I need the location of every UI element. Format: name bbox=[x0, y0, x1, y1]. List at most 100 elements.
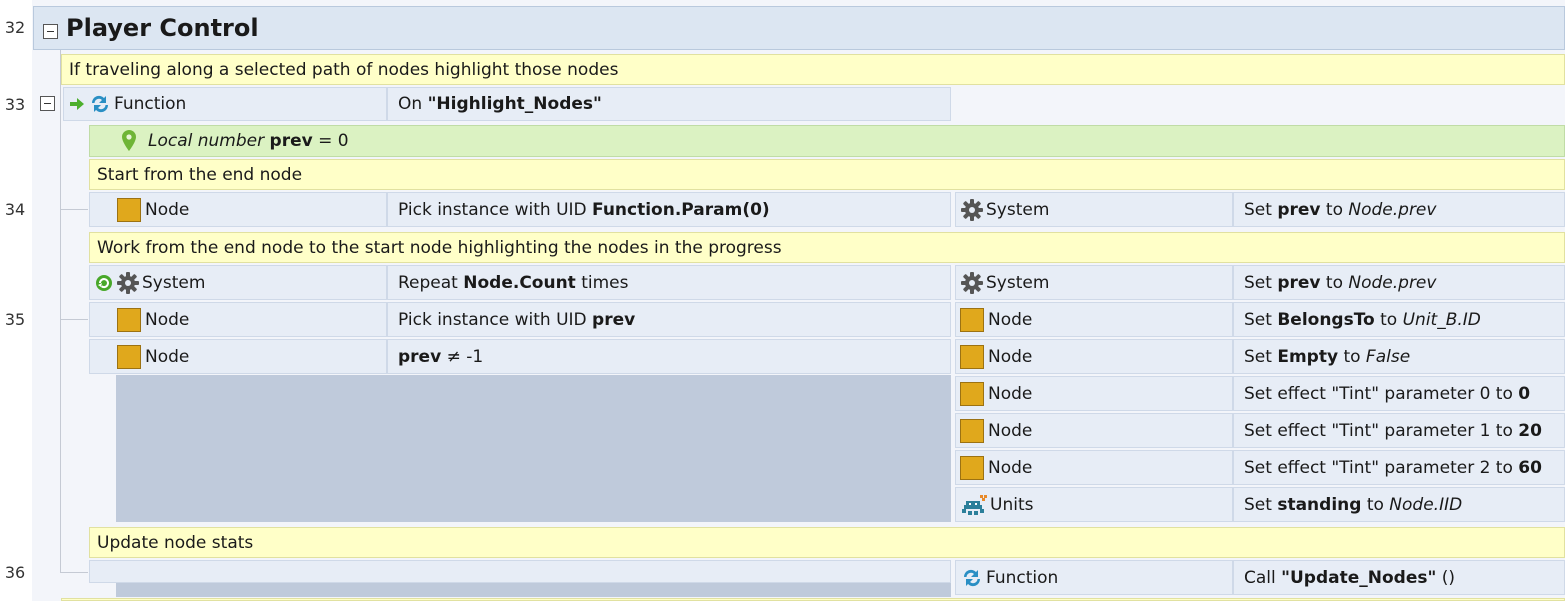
action-object[interactable]: Function bbox=[955, 560, 1233, 595]
object-name: System bbox=[986, 272, 1050, 293]
loop-icon bbox=[96, 274, 112, 291]
units-sprite-icon bbox=[962, 494, 987, 515]
action-text: to bbox=[1374, 309, 1403, 330]
condition-text: Pick instance with UID bbox=[398, 199, 593, 220]
object-name: Node bbox=[145, 309, 190, 330]
node-object-icon bbox=[960, 381, 984, 406]
condition-text: ≠ -1 bbox=[441, 346, 484, 367]
line-gutter bbox=[0, 0, 32, 601]
action-value: Node.IID bbox=[1389, 494, 1463, 515]
trigger-condition[interactable]: On "Highlight_Nodes" bbox=[387, 87, 951, 121]
variable-keyword: Local number bbox=[148, 131, 265, 151]
object-name: Function bbox=[986, 567, 1059, 588]
system-gear-icon bbox=[117, 271, 139, 294]
action-text: Set effect "Tint" parameter 2 to bbox=[1244, 457, 1519, 478]
action-object[interactable]: System bbox=[955, 192, 1233, 227]
condition[interactable]: prev ≠ -1 bbox=[387, 339, 951, 374]
function-name: "Highlight_Nodes" bbox=[427, 94, 602, 114]
node-object-icon bbox=[960, 344, 984, 369]
action[interactable]: Set standing to Node.IID bbox=[1233, 487, 1565, 522]
action-value: Unit_B.ID bbox=[1402, 309, 1481, 330]
node-object-icon bbox=[117, 307, 141, 332]
line-number: 34 bbox=[4, 200, 26, 219]
action[interactable]: Set prev to Node.prev bbox=[1233, 265, 1565, 300]
action-param: BelongsTo bbox=[1277, 309, 1375, 330]
action-text: to bbox=[1320, 272, 1349, 293]
group-header[interactable] bbox=[33, 6, 1565, 50]
local-variable[interactable]: Local number prev = 0 bbox=[89, 125, 1565, 157]
action-param: 20 bbox=[1518, 420, 1542, 441]
action-object[interactable]: Units bbox=[955, 487, 1233, 522]
object-name: Function bbox=[114, 94, 187, 114]
condition-param: Function.Param(0) bbox=[592, 199, 770, 220]
action-object[interactable]: Node bbox=[955, 413, 1233, 448]
action-text: Set bbox=[1244, 346, 1278, 367]
action-param: prev bbox=[1277, 199, 1321, 220]
condition[interactable]: Repeat Node.Count times bbox=[387, 265, 951, 300]
object-name: Node bbox=[988, 457, 1033, 478]
object-name: System bbox=[986, 199, 1050, 220]
node-object-icon bbox=[960, 455, 984, 480]
action-text: Set bbox=[1244, 199, 1278, 220]
object-name: Node bbox=[988, 383, 1033, 404]
action-text: Set effect "Tint" parameter 1 to bbox=[1244, 420, 1519, 441]
tree-line bbox=[60, 319, 88, 320]
action-param: 0 bbox=[1518, 383, 1531, 404]
action-param: Empty bbox=[1277, 346, 1339, 367]
object-name: Node bbox=[988, 309, 1033, 330]
object-name: System bbox=[142, 272, 206, 293]
action-object[interactable]: Node bbox=[955, 376, 1233, 411]
group-title: Player Control bbox=[66, 14, 259, 42]
trigger-object[interactable]: Function bbox=[63, 87, 387, 121]
comment[interactable]: If traveling along a selected path of no… bbox=[61, 54, 1565, 85]
action-text: Set bbox=[1244, 309, 1278, 330]
condition-text: times bbox=[575, 272, 629, 293]
condition[interactable]: Pick instance with UID prev bbox=[387, 302, 951, 337]
collapse-toggle[interactable] bbox=[43, 24, 58, 39]
condition-object[interactable]: Node bbox=[89, 302, 387, 337]
action[interactable]: Set effect "Tint" parameter 2 to 60 bbox=[1233, 450, 1565, 485]
action-text: to bbox=[1320, 199, 1349, 220]
condition-text: Repeat bbox=[398, 272, 464, 293]
empty-condition-row[interactable] bbox=[89, 560, 951, 583]
action[interactable]: Call "Update_Nodes" () bbox=[1233, 560, 1565, 595]
condition-object[interactable]: Node bbox=[89, 339, 387, 374]
action-text: Set bbox=[1244, 272, 1278, 293]
line-number: 36 bbox=[4, 563, 26, 582]
condition-prefix: On bbox=[398, 94, 428, 114]
comment[interactable]: Work from the end node to the start node… bbox=[89, 232, 1565, 263]
node-object-icon bbox=[117, 197, 141, 222]
action-text: to bbox=[1361, 494, 1390, 515]
condition-object[interactable]: Node bbox=[89, 192, 387, 227]
action[interactable]: Set effect "Tint" parameter 1 to 20 bbox=[1233, 413, 1565, 448]
variable-pin-icon bbox=[122, 130, 136, 151]
action[interactable]: Set prev to Node.prev bbox=[1233, 192, 1565, 227]
empty-condition-area bbox=[116, 375, 951, 522]
condition-param: prev bbox=[398, 346, 442, 367]
action-value: Node.prev bbox=[1348, 199, 1437, 220]
trigger-arrow-icon bbox=[70, 98, 84, 110]
action-object[interactable]: System bbox=[955, 265, 1233, 300]
action-object[interactable]: Node bbox=[955, 302, 1233, 337]
comment[interactable]: Start from the end node bbox=[89, 159, 1565, 190]
action-text: Set effect "Tint" parameter 0 to bbox=[1244, 383, 1519, 404]
action[interactable]: Set Empty to False bbox=[1233, 339, 1565, 374]
condition-param: prev bbox=[592, 309, 636, 330]
condition-object[interactable]: System bbox=[89, 265, 387, 300]
action[interactable]: Set BelongsTo to Unit_B.ID bbox=[1233, 302, 1565, 337]
function-icon bbox=[963, 569, 981, 586]
condition-param: Node.Count bbox=[463, 272, 576, 293]
collapse-toggle[interactable] bbox=[40, 96, 55, 111]
condition[interactable]: Pick instance with UID Function.Param(0) bbox=[387, 192, 951, 227]
object-name: Node bbox=[988, 420, 1033, 441]
comment[interactable]: Update node stats bbox=[89, 527, 1565, 558]
object-name: Node bbox=[145, 199, 190, 220]
action-object[interactable]: Node bbox=[955, 339, 1233, 374]
function-icon bbox=[91, 95, 109, 113]
variable-name: prev bbox=[269, 131, 313, 151]
action[interactable]: Set effect "Tint" parameter 0 to 0 bbox=[1233, 376, 1565, 411]
action-object[interactable]: Node bbox=[955, 450, 1233, 485]
empty-condition-area bbox=[116, 583, 951, 597]
action-param: standing bbox=[1277, 494, 1362, 515]
node-object-icon bbox=[117, 344, 141, 369]
